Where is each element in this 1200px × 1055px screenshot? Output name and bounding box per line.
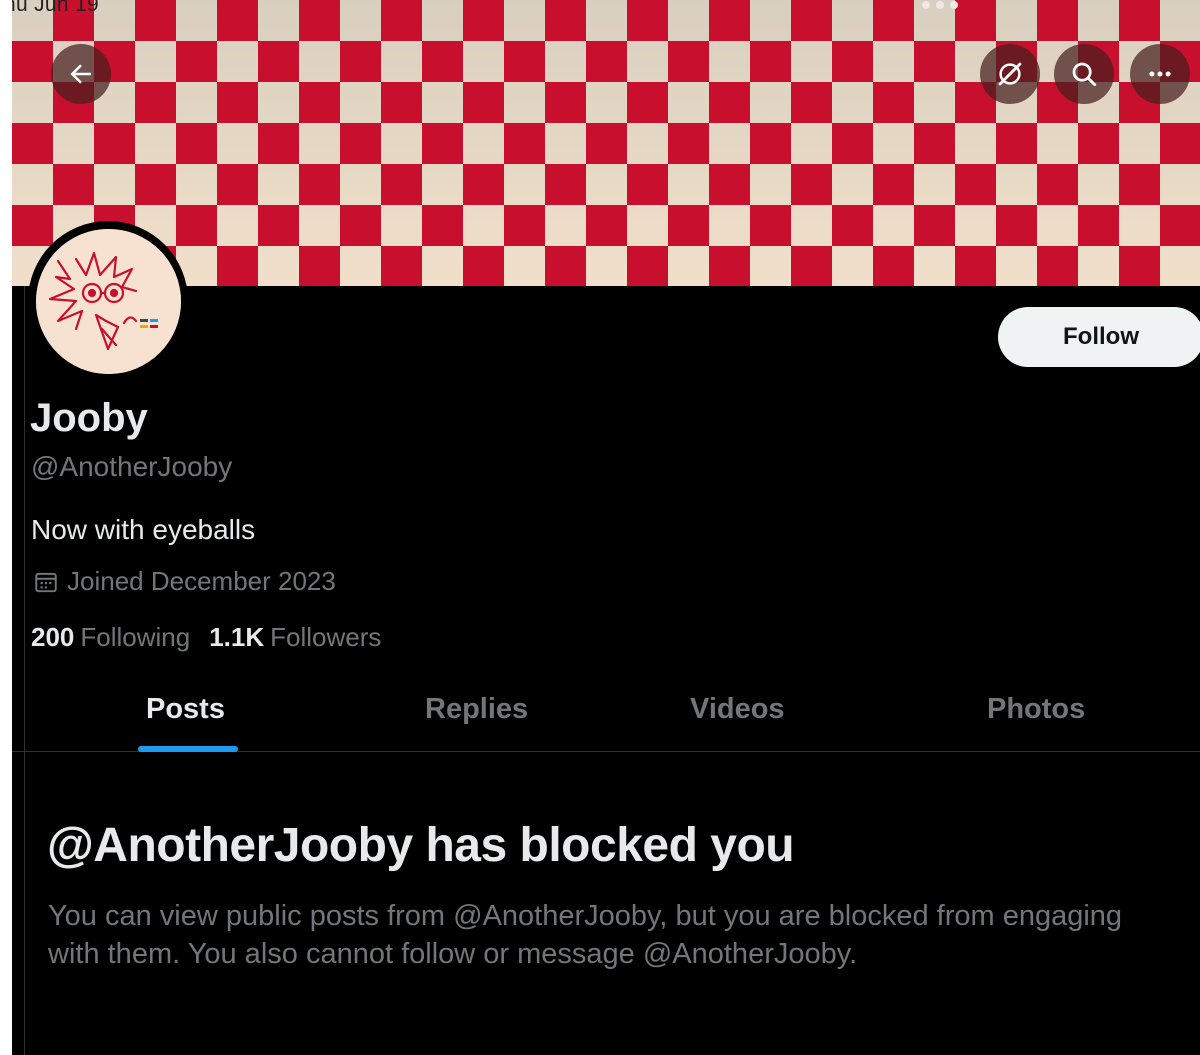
tab-posts[interactable]: Posts [146, 693, 225, 726]
search-button[interactable] [1054, 44, 1114, 104]
follow-stats: 200 Following 1.1K Followers [31, 622, 381, 653]
joined-label: Joined December 2023 [67, 566, 336, 596]
user-handle: @AnotherJooby [31, 451, 233, 482]
calendar-icon [35, 572, 57, 592]
display-name: Jooby [30, 396, 148, 440]
multitasking-dots[interactable] [922, 0, 958, 10]
tab-photos[interactable]: Photos [987, 693, 1085, 726]
joined-date: Joined December 2023 [33, 566, 336, 597]
followers-count: 1.1K [209, 622, 265, 652]
screen-edge [0, 0, 12, 1055]
profile-screen: hu Jun 19 Follow Jooby @AnotherJooby Now… [12, 0, 1200, 1055]
status-bar-date: hu Jun 19 [12, 0, 99, 16]
active-tab-indicator [138, 746, 238, 752]
back-button[interactable] [51, 44, 111, 104]
blocked-title: @AnotherJooby has blocked you [47, 819, 795, 872]
following-count: 200 [31, 622, 75, 652]
blocked-description: You can view public posts from @AnotherJ… [48, 900, 1123, 970]
profile-banner[interactable] [12, 0, 1200, 286]
divider [24, 286, 25, 1055]
avatar-image [35, 228, 181, 374]
more-horizontal-icon [1149, 71, 1171, 77]
profile-tabs: Posts Replies Videos Photos [12, 672, 1200, 752]
more-button[interactable] [1130, 44, 1190, 104]
search-icon [1072, 62, 1097, 87]
grok-icon [998, 62, 1022, 86]
profile-bio: Now with eyeballs [31, 514, 256, 545]
arrow-left-icon [70, 64, 91, 84]
following-label: Following [80, 622, 191, 652]
avatar[interactable] [28, 221, 188, 381]
followers-link[interactable]: 1.1K Followers [209, 622, 381, 653]
tab-videos[interactable]: Videos [690, 693, 785, 726]
follow-button[interactable]: Follow [998, 307, 1200, 367]
following-link[interactable]: 200 Following [31, 622, 190, 653]
grok-button[interactable] [980, 44, 1040, 104]
followers-label: Followers [270, 622, 382, 652]
tab-replies[interactable]: Replies [425, 693, 528, 726]
